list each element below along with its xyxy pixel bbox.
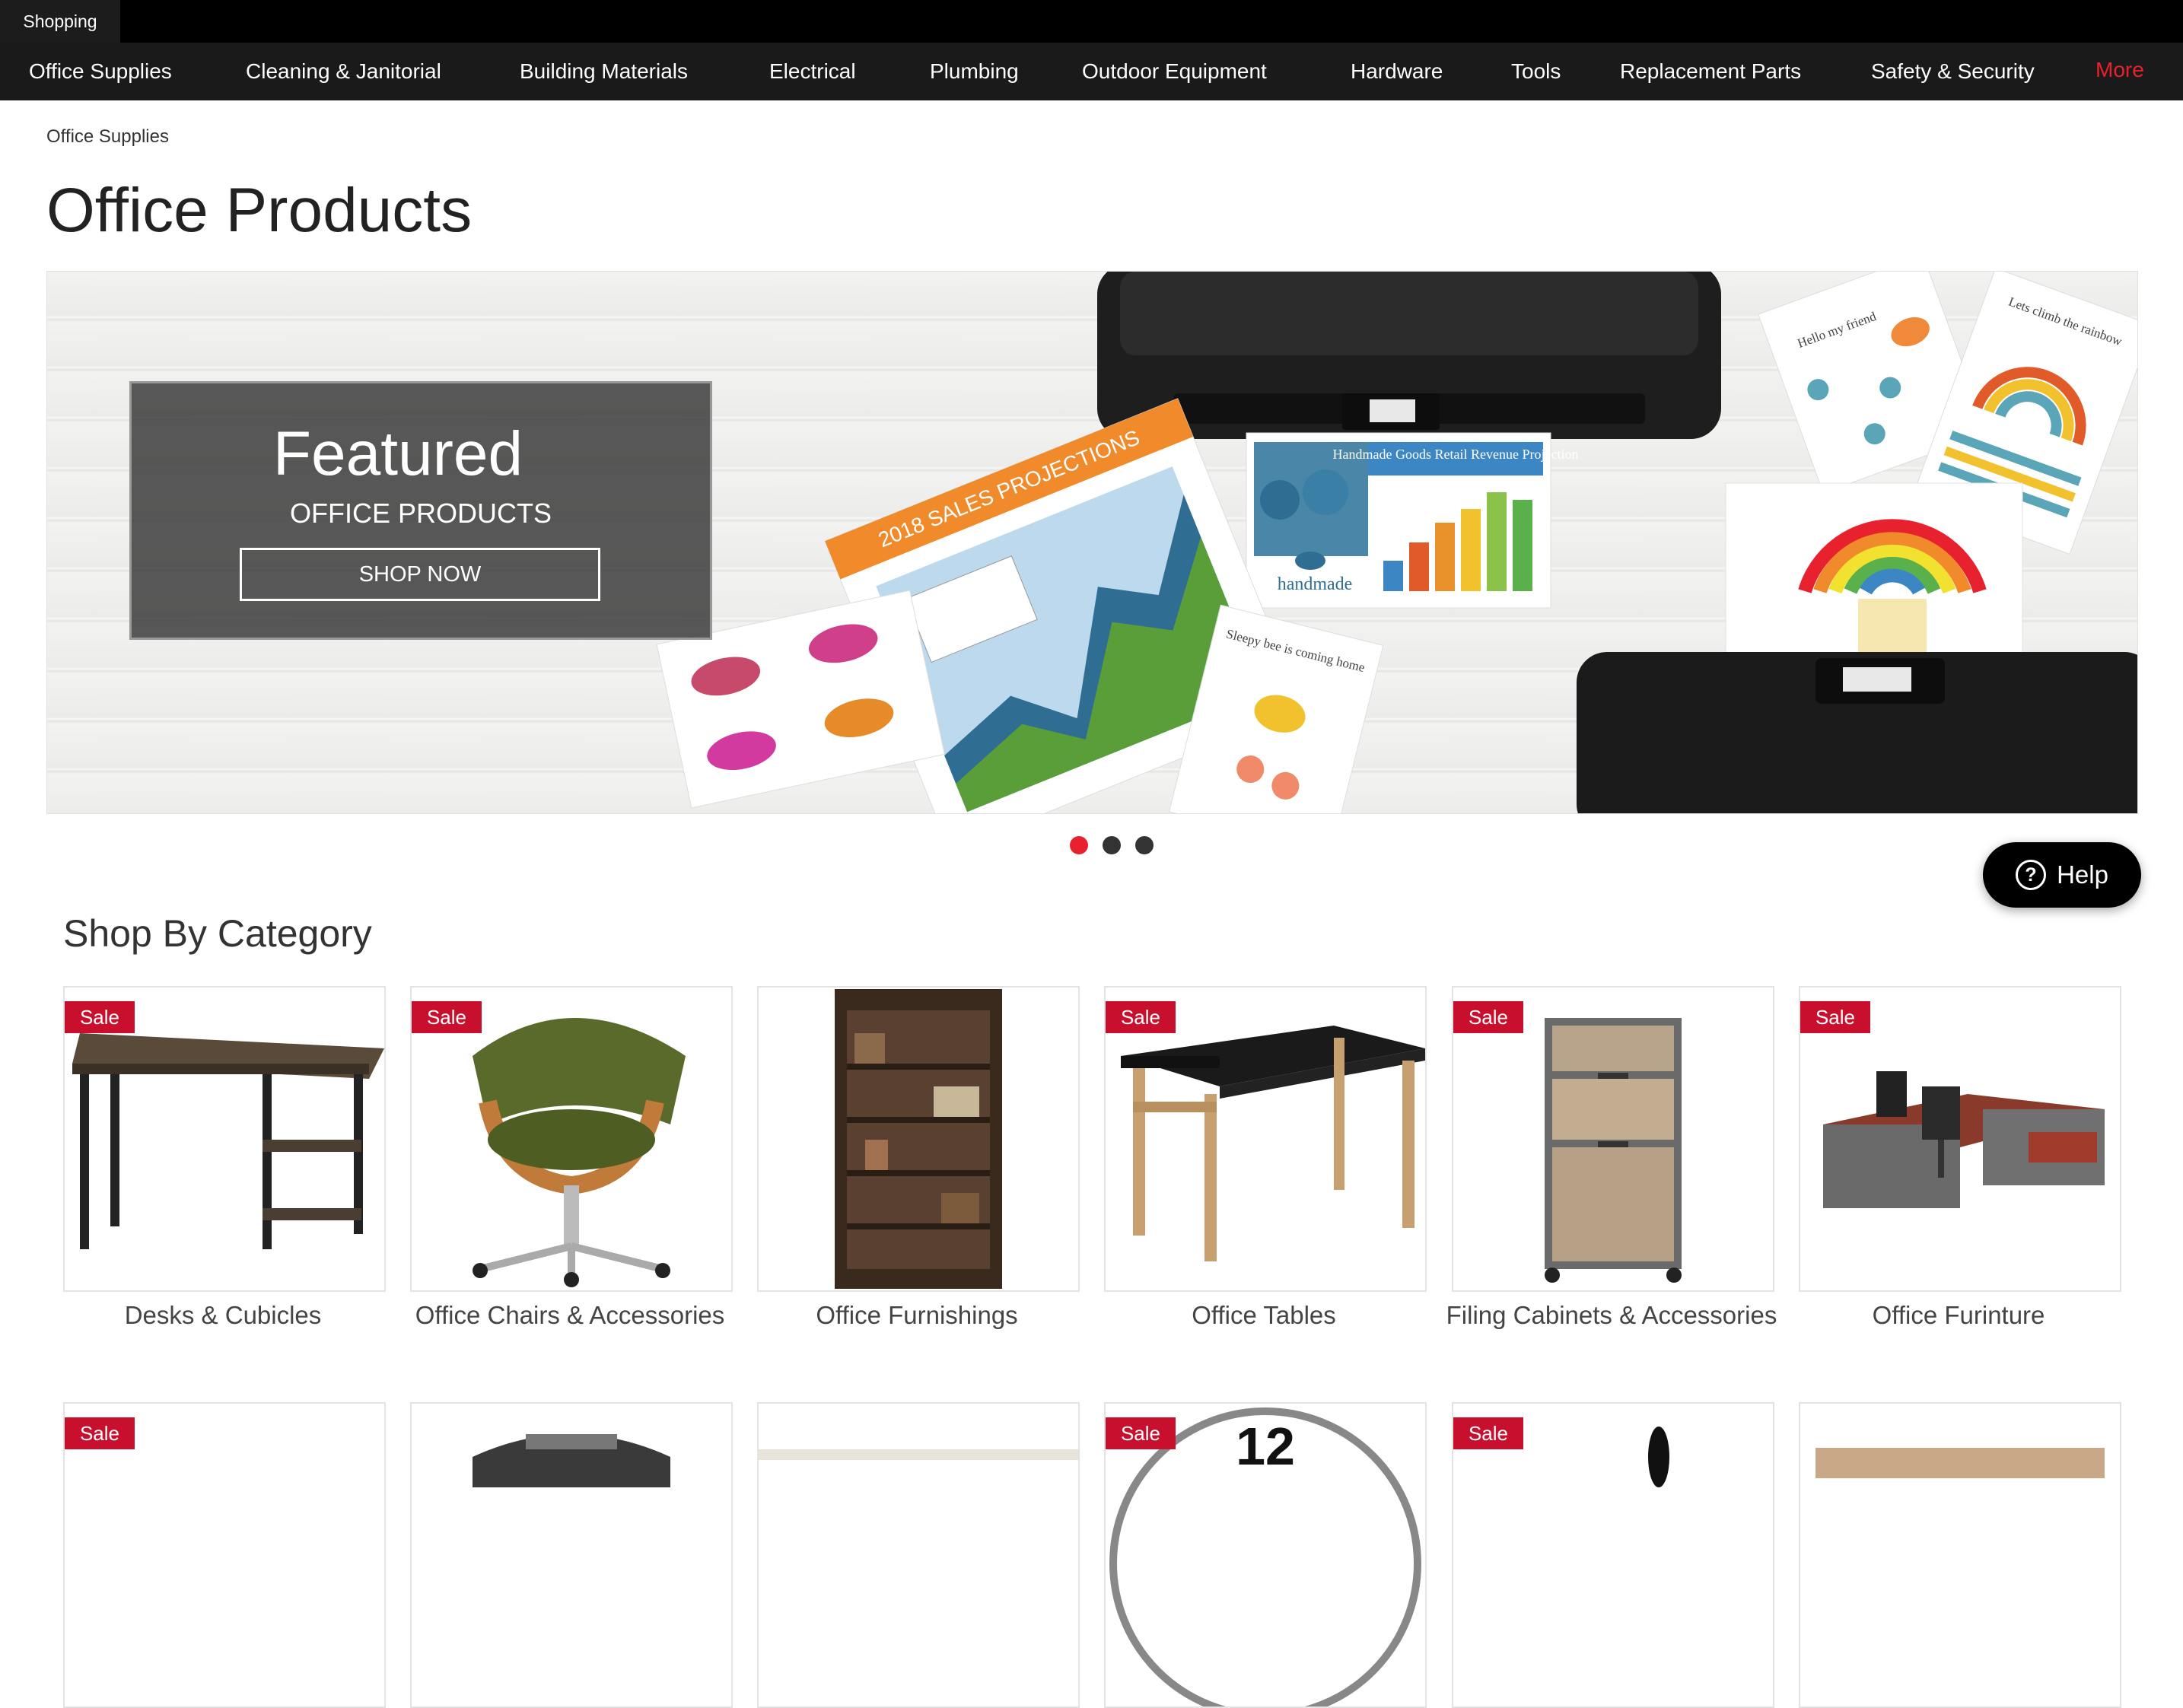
page-title: Office Products xyxy=(46,176,473,245)
category-label-chairs[interactable]: Office Chairs & Accessories xyxy=(403,1301,737,1329)
category-card-furnishings[interactable] xyxy=(757,986,1080,1292)
category-card-filing[interactable]: Sale xyxy=(1452,986,1774,1292)
nav-item-safety-security[interactable]: Safety & Security xyxy=(1871,43,2035,100)
shopping-tab[interactable]: Shopping xyxy=(0,0,120,43)
category-card-furniture[interactable]: Sale xyxy=(1799,986,2121,1292)
category-card-8[interactable] xyxy=(410,1402,733,1708)
sale-badge: Sale xyxy=(1453,1001,1523,1033)
help-button[interactable]: ? Help xyxy=(1983,842,2141,908)
nav-item-outdoor-equipment[interactable]: Outdoor Equipment xyxy=(1082,43,1267,100)
category-card-chairs[interactable]: Sale xyxy=(410,986,733,1292)
carousel-dot-1[interactable] xyxy=(1070,836,1088,854)
hero-title: Featured xyxy=(272,419,523,488)
nav-item-tools[interactable]: Tools xyxy=(1511,43,1561,100)
section-title: Shop By Category xyxy=(63,912,372,955)
category-label-tables[interactable]: Office Tables xyxy=(1096,1301,1431,1329)
sale-badge: Sale xyxy=(1106,1417,1176,1449)
nav-more-link[interactable]: More xyxy=(2095,41,2144,99)
category-label-desks[interactable]: Desks & Cubicles xyxy=(56,1301,390,1329)
product-image xyxy=(1815,1448,2105,1478)
shredder-image xyxy=(473,1434,670,1487)
revenue-sheet-logo: handmade xyxy=(1278,574,1353,594)
shop-now-button[interactable]: SHOP NOW xyxy=(240,548,600,601)
sale-badge: Sale xyxy=(65,1417,135,1449)
bookcase-image xyxy=(835,989,1002,1289)
nav-item-plumbing[interactable]: Plumbing xyxy=(930,43,1019,100)
svg-text:12: 12 xyxy=(1236,1417,1295,1476)
nav-item-hardware[interactable]: Hardware xyxy=(1351,43,1443,100)
category-label-filing[interactable]: Filing Cabinets & Accessories xyxy=(1444,1301,1779,1329)
nav-item-building-materials[interactable]: Building Materials xyxy=(520,43,688,100)
sale-badge: Sale xyxy=(412,1001,482,1033)
question-circle-icon: ? xyxy=(2016,860,2047,890)
help-label: Help xyxy=(2057,860,2108,889)
sale-badge: Sale xyxy=(1800,1001,1870,1033)
sale-badge: Sale xyxy=(1106,1001,1176,1033)
carousel-dot-3[interactable] xyxy=(1135,836,1154,854)
breadcrumb[interactable]: Office Supplies xyxy=(46,126,169,148)
hero-promo-panel: Featured OFFICE PRODUCTS SHOP NOW xyxy=(129,381,712,640)
category-label-furniture[interactable]: Office Furinture xyxy=(1791,1301,2126,1329)
product-image xyxy=(759,1449,1078,1460)
hero-subtitle: OFFICE PRODUCTS xyxy=(289,498,552,529)
category-card-desks[interactable]: Sale xyxy=(63,986,386,1292)
carousel-dot-2[interactable] xyxy=(1103,836,1121,854)
category-card-10[interactable]: 12 Sale xyxy=(1104,1402,1427,1708)
category-card-11[interactable]: Sale xyxy=(1452,1402,1774,1708)
nav-item-office-supplies[interactable]: Office Supplies xyxy=(29,43,172,100)
category-card-7[interactable]: Sale xyxy=(63,1402,386,1708)
category-card-tables[interactable]: Sale xyxy=(1104,986,1427,1292)
sale-badge: Sale xyxy=(65,1001,135,1033)
category-card-12[interactable] xyxy=(1799,1402,2121,1708)
top-bar xyxy=(0,0,2183,43)
sale-badge: Sale xyxy=(1453,1417,1523,1449)
category-label-furnishings[interactable]: Office Furnishings xyxy=(749,1301,1084,1329)
nav-item-cleaning-janitorial[interactable]: Cleaning & Janitorial xyxy=(246,43,441,100)
category-card-9[interactable] xyxy=(757,1402,1080,1708)
revenue-sheet-title: Handmade Goods Retail Revenue Projection xyxy=(1333,447,1579,462)
nav-item-replacement-parts[interactable]: Replacement Parts xyxy=(1620,43,1801,100)
hero-banner[interactable]: Handmade Goods Retail Revenue Projection… xyxy=(46,271,2138,814)
nav-item-electrical[interactable]: Electrical xyxy=(769,43,856,100)
revenue-sheet: Handmade Goods Retail Revenue Projection… xyxy=(1246,432,1579,609)
